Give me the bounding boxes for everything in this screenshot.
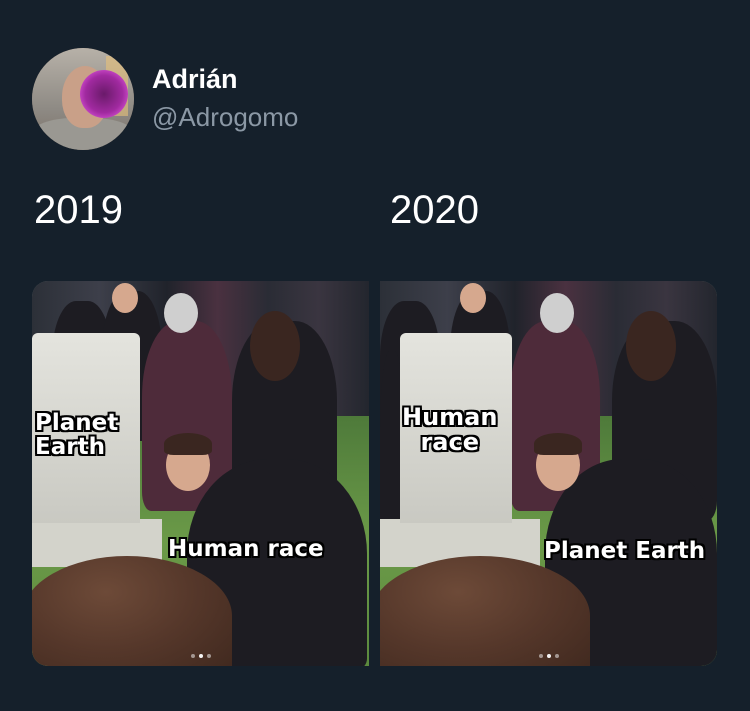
author-handle[interactable]: @Adrogomo [152,102,298,133]
avatar-emoji-mask [80,70,128,118]
person-caption: Planet Earth [544,538,706,564]
tweet-image-right[interactable]: Human race Planet Earth [380,281,717,666]
tweet-image-left[interactable]: Planet Earth Human race [32,281,369,666]
panel-year-2020: 2020 [390,188,479,232]
profile-avatar[interactable] [32,48,134,150]
tombstone-caption: Human race [402,403,498,457]
carousel-dots [190,654,211,658]
panel-year-2019: 2019 [34,188,123,232]
meme-scene [32,281,369,666]
tombstone-caption: Planet Earth [35,410,119,461]
author-name[interactable]: Adrián [152,64,238,95]
person-caption: Human race [168,536,324,562]
meme-scene [380,281,717,666]
carousel-dots [538,654,559,658]
